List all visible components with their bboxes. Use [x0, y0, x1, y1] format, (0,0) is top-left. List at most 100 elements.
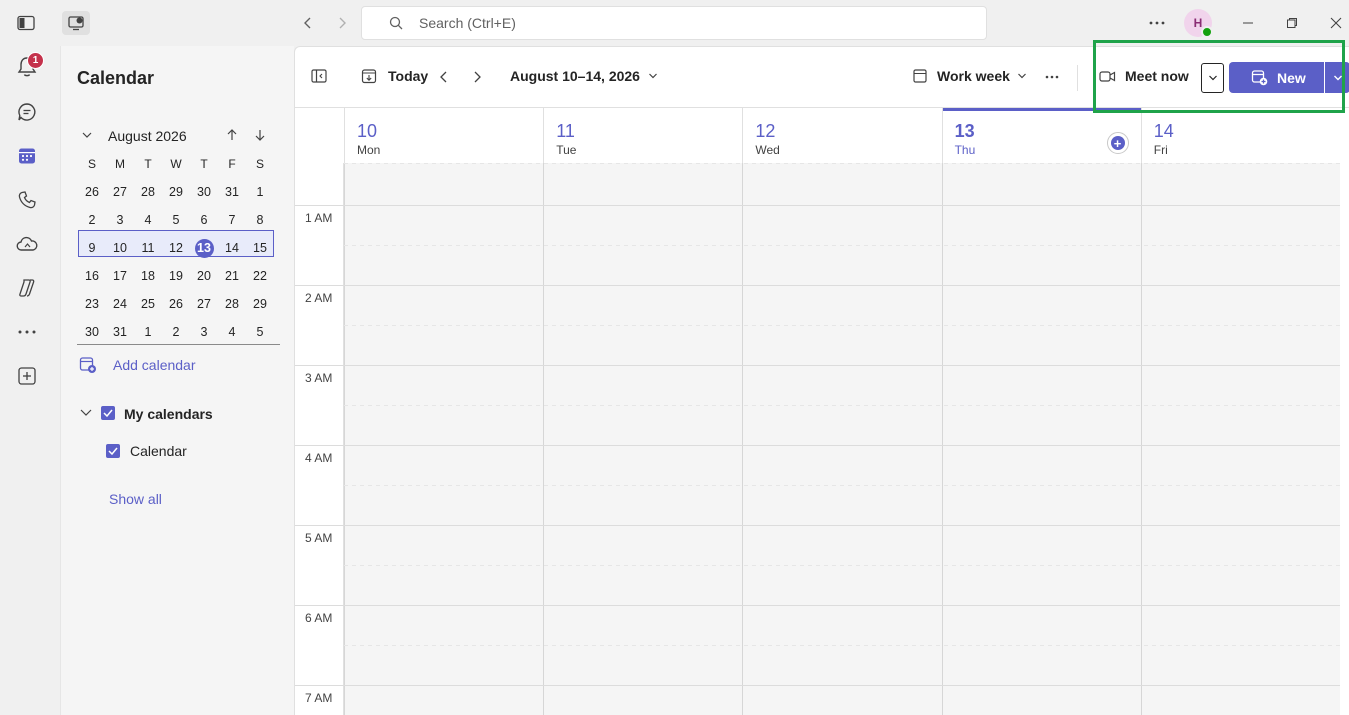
- mini-calendar-day[interactable]: 20: [190, 265, 218, 287]
- add-calendar-link[interactable]: Add calendar: [113, 357, 196, 373]
- forward-arrow-icon[interactable]: [330, 11, 354, 35]
- mini-calendar-day[interactable]: 11: [134, 237, 162, 259]
- mini-calendar-month[interactable]: August 2026: [108, 128, 187, 144]
- hour-line: [295, 685, 1340, 686]
- today-button[interactable]: Today: [361, 68, 428, 84]
- search-box[interactable]: [361, 6, 987, 40]
- day-header-mon[interactable]: 10 Mon: [344, 108, 543, 163]
- date-range-picker[interactable]: August 10–14, 2026: [510, 68, 658, 84]
- mini-calendar-day[interactable]: 23: [78, 293, 106, 315]
- mini-calendar-day[interactable]: 19: [162, 265, 190, 287]
- minimize-icon[interactable]: [1236, 11, 1260, 35]
- restore-icon[interactable]: [1280, 11, 1304, 35]
- mini-calendar-day[interactable]: 25: [134, 293, 162, 315]
- mini-calendar-day[interactable]: 17: [106, 265, 134, 287]
- calls-icon[interactable]: [12, 185, 42, 215]
- screen-share-icon[interactable]: [62, 11, 90, 35]
- mini-calendar-day[interactable]: 31: [218, 181, 246, 203]
- hour-line: [295, 445, 1340, 446]
- calendar-item-label[interactable]: Calendar: [130, 443, 187, 459]
- mini-calendar-day[interactable]: 1: [134, 321, 162, 343]
- copilot-icon[interactable]: [12, 273, 42, 303]
- mini-calendar-day[interactable]: 1: [246, 181, 274, 203]
- more-apps-icon[interactable]: [12, 317, 42, 347]
- mini-calendar-day[interactable]: 30: [190, 181, 218, 203]
- close-icon[interactable]: [1324, 11, 1348, 35]
- mini-calendar-day[interactable]: 8: [246, 209, 274, 231]
- mini-calendar-day[interactable]: 2: [78, 209, 106, 231]
- onedrive-icon[interactable]: [12, 229, 42, 259]
- new-meeting-dropdown[interactable]: [1325, 62, 1349, 93]
- mini-calendar-day[interactable]: 15: [246, 237, 274, 259]
- mini-calendar-day[interactable]: 12: [162, 237, 190, 259]
- mini-calendar-day[interactable]: 4: [134, 209, 162, 231]
- day-header-fri[interactable]: 14 Fri: [1140, 108, 1340, 163]
- mini-calendar-day[interactable]: 3: [190, 321, 218, 343]
- mini-calendar-day[interactable]: 31: [106, 321, 134, 343]
- back-arrow-icon[interactable]: [296, 11, 320, 35]
- day-header-thu[interactable]: 13 Thu +: [941, 108, 1142, 163]
- new-meeting-button[interactable]: New: [1229, 62, 1324, 93]
- chat-icon[interactable]: [12, 97, 42, 127]
- day-number: 14: [1153, 121, 1174, 141]
- mini-calendar-day[interactable]: 22: [246, 265, 274, 287]
- calendar-icon[interactable]: [12, 141, 42, 171]
- mini-calendar-day[interactable]: 21: [218, 265, 246, 287]
- more-options-icon[interactable]: [1045, 75, 1059, 79]
- mini-calendar-day[interactable]: 27: [106, 181, 134, 203]
- next-week-chevron-icon[interactable]: [472, 70, 482, 84]
- previous-week-chevron-icon[interactable]: [439, 70, 449, 84]
- add-apps-icon[interactable]: [12, 361, 42, 391]
- panel-toggle-icon[interactable]: [311, 69, 327, 83]
- mini-calendar-day[interactable]: 7: [218, 209, 246, 231]
- mini-calendar-day[interactable]: 5: [162, 209, 190, 231]
- my-calendars-chevron-icon[interactable]: [79, 408, 93, 418]
- meet-now-dropdown[interactable]: [1201, 63, 1224, 93]
- more-options-icon[interactable]: [1145, 11, 1169, 35]
- mini-calendar-day[interactable]: 29: [162, 181, 190, 203]
- add-event-icon[interactable]: +: [1106, 132, 1129, 154]
- mini-calendar-day[interactable]: 3: [106, 209, 134, 231]
- toolbar-divider: [1077, 65, 1078, 91]
- time-grid: 1 AM 2 AM 3 AM 4 AM 5 AM 6 AM 7 AM: [295, 163, 1349, 715]
- mini-calendar-day[interactable]: 27: [190, 293, 218, 315]
- day-header-tue[interactable]: 11 Tue: [543, 108, 742, 163]
- mini-calendar-day[interactable]: 18: [134, 265, 162, 287]
- mini-calendar-day[interactable]: 29: [246, 293, 274, 315]
- mini-calendar-day[interactable]: 2: [162, 321, 190, 343]
- title-bar: H: [0, 0, 1349, 46]
- work-week-view-icon: [913, 69, 927, 83]
- view-switcher[interactable]: Work week: [913, 68, 1027, 84]
- notification-badge: 1: [27, 52, 44, 69]
- mini-calendar-day[interactable]: 28: [218, 293, 246, 315]
- my-calendars-label[interactable]: My calendars: [124, 406, 213, 422]
- mini-calendar-day[interactable]: 26: [162, 293, 190, 315]
- next-month-arrow-icon[interactable]: [254, 128, 266, 142]
- mini-calendar-day[interactable]: 28: [134, 181, 162, 203]
- mini-calendar-day[interactable]: 16: [78, 265, 106, 287]
- half-hour-line: [344, 565, 1340, 566]
- search-input[interactable]: [419, 15, 919, 31]
- mini-calendar-day[interactable]: 26: [78, 181, 106, 203]
- mini-calendar-day[interactable]: 10: [106, 237, 134, 259]
- mini-calendar-day[interactable]: 6: [190, 209, 218, 231]
- mini-calendar-day[interactable]: 9: [78, 237, 106, 259]
- weekday-header: S: [87, 157, 96, 171]
- mini-calendar-day[interactable]: 30: [78, 321, 106, 343]
- half-hour-line: [344, 485, 1340, 486]
- mini-calendar-day[interactable]: 14: [218, 237, 246, 259]
- my-calendars-checkbox[interactable]: [101, 406, 115, 420]
- previous-month-arrow-icon[interactable]: [226, 128, 238, 142]
- weekday-header: W: [170, 157, 182, 171]
- day-header-wed[interactable]: 12 Wed: [742, 108, 941, 163]
- collapse-chevron-icon[interactable]: [81, 130, 93, 140]
- show-all-link[interactable]: Show all: [109, 491, 162, 507]
- mini-calendar-day[interactable]: 5: [246, 321, 274, 343]
- mini-calendar-day[interactable]: 4: [218, 321, 246, 343]
- meet-now-button[interactable]: Meet now: [1099, 68, 1189, 84]
- calendar-checkbox[interactable]: [106, 444, 120, 458]
- weekday-header: M: [115, 157, 125, 171]
- mini-calendar-today[interactable]: 13: [194, 238, 214, 258]
- sidebar-toggle-icon[interactable]: [14, 11, 38, 35]
- mini-calendar-day[interactable]: 24: [106, 293, 134, 315]
